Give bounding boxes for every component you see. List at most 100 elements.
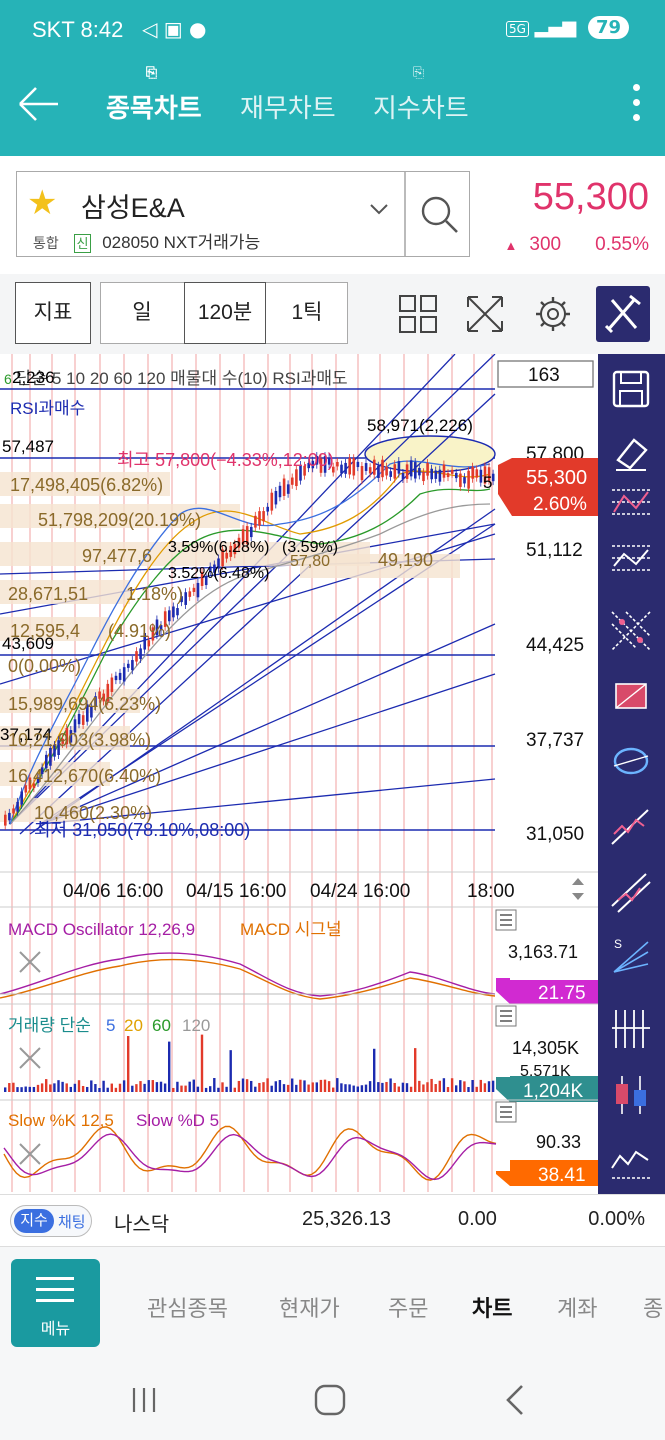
eraser-icon[interactable] bbox=[608, 430, 654, 476]
axis-label-1: 51,112 bbox=[526, 540, 583, 561]
panel-menu-icon[interactable] bbox=[495, 909, 517, 931]
favorite-star-icon[interactable]: ★ bbox=[27, 186, 57, 220]
vp-label-9: 10,460(2.30%) bbox=[34, 803, 152, 823]
price-candle bbox=[364, 463, 368, 471]
volume-bar bbox=[323, 1079, 327, 1092]
trendline-icon[interactable] bbox=[608, 804, 654, 850]
cross-lines-icon[interactable] bbox=[608, 608, 654, 654]
price-candle bbox=[340, 464, 343, 474]
chevron-down-icon[interactable] bbox=[369, 202, 389, 216]
nav-order[interactable]: 주문 bbox=[388, 1291, 428, 1323]
volume-bar bbox=[352, 1085, 355, 1092]
volume-bar bbox=[381, 1082, 384, 1092]
volume-bar bbox=[270, 1085, 273, 1092]
pattern-lines-icon[interactable] bbox=[608, 540, 654, 586]
search-icon[interactable] bbox=[417, 192, 461, 236]
recent-apps-icon[interactable] bbox=[124, 1380, 164, 1420]
volume-bar bbox=[36, 1084, 40, 1092]
volume-bar bbox=[241, 1078, 245, 1092]
price-candle bbox=[192, 587, 196, 592]
grid-layout-icon[interactable] bbox=[398, 294, 438, 334]
volume-bar bbox=[139, 1081, 142, 1092]
time-label-2: 04/24 16:00 bbox=[310, 881, 410, 902]
nav-chart[interactable]: 차트 bbox=[472, 1291, 512, 1323]
volume-bar bbox=[49, 1084, 52, 1092]
volume-bar bbox=[401, 1082, 405, 1092]
index-toggle[interactable]: 지수 bbox=[14, 1209, 54, 1233]
panel-menu-icon[interactable] bbox=[495, 1101, 517, 1123]
tab-badge-icon: ⎘ bbox=[412, 64, 425, 80]
price-box-value: 163 bbox=[528, 365, 560, 386]
stoch-d-title: Slow %D 5 bbox=[136, 1111, 219, 1130]
volume-bar bbox=[250, 1080, 253, 1092]
index-change-pct: 0.00% bbox=[588, 1208, 645, 1230]
back-icon[interactable] bbox=[496, 1380, 536, 1420]
channel-line-icon[interactable] bbox=[608, 870, 654, 916]
vertical-lines-icon[interactable] bbox=[608, 1006, 654, 1052]
period-tick-button[interactable]: 1틱 bbox=[268, 284, 346, 342]
chart-area[interactable]: 6 단순 5 10 20 60 120 매물대 수(10) RSI과매도 RSI… bbox=[0, 354, 598, 1192]
macd-panel[interactable]: MACD Oscillator 12,26,9 MACD 시그널 3,163.7… bbox=[0, 909, 598, 1004]
menu-button[interactable]: 메뉴 bbox=[11, 1259, 100, 1347]
index-ticker-bar[interactable]: 지수 채팅 나스닥 25,326.13 0.00 0.00% bbox=[0, 1194, 665, 1246]
nav-current-price[interactable]: 현재가 bbox=[279, 1291, 340, 1323]
chat-toggle[interactable]: 채팅 bbox=[58, 1211, 86, 1232]
volume-bar bbox=[409, 1086, 413, 1092]
left-level-1: 2,236 bbox=[12, 368, 55, 387]
price-candle bbox=[16, 801, 19, 812]
nav-account[interactable]: 계좌 bbox=[557, 1291, 597, 1323]
ellipse-tool-icon[interactable] bbox=[608, 738, 654, 784]
tab-financial-chart[interactable]: 재무차트 bbox=[240, 88, 336, 125]
index-chat-toggle[interactable]: 지수 채팅 bbox=[10, 1205, 92, 1237]
volume-bar bbox=[24, 1086, 27, 1092]
volume-bar bbox=[106, 1087, 109, 1092]
panel-menu-icon[interactable] bbox=[495, 1005, 517, 1027]
period-120min-button[interactable]: 120분 bbox=[184, 282, 266, 344]
price-candle bbox=[467, 470, 470, 489]
fan-line-icon[interactable]: S bbox=[608, 934, 654, 980]
volume-bar bbox=[307, 1084, 310, 1092]
time-axis-scroll-icon[interactable] bbox=[572, 878, 584, 900]
rectangle-tool-icon[interactable] bbox=[608, 674, 654, 720]
price-candle bbox=[184, 592, 187, 605]
nav-watchlist[interactable]: 관심종목 bbox=[147, 1291, 228, 1323]
save-icon[interactable] bbox=[608, 366, 654, 412]
tab-index-chart[interactable]: ⎘ 지수차트 bbox=[373, 64, 469, 125]
drawing-tools-button[interactable] bbox=[596, 286, 650, 342]
volume-bar bbox=[118, 1083, 122, 1092]
price-candle bbox=[414, 462, 417, 479]
volume-bar bbox=[28, 1086, 31, 1092]
price-candle bbox=[393, 464, 397, 479]
stock-selector[interactable]: ★ 삼성E&A 통합 신 028050 NXT거래가능 bbox=[16, 171, 470, 257]
candle-icon[interactable] bbox=[608, 1072, 654, 1118]
price-candle bbox=[385, 466, 388, 476]
wave-icon[interactable] bbox=[608, 1138, 654, 1184]
more-options-icon[interactable] bbox=[633, 84, 641, 124]
volume-bar bbox=[69, 1086, 72, 1092]
volume-bar bbox=[163, 1083, 167, 1092]
price-candle bbox=[176, 608, 179, 616]
period-day-button[interactable]: 일 bbox=[102, 284, 182, 342]
tab-stock-chart[interactable]: ⎘ 종목차트 bbox=[106, 64, 202, 125]
volume-bar bbox=[245, 1079, 249, 1092]
price-chart-svg[interactable]: 6 단순 5 10 20 60 120 매물대 수(10) RSI과매도 RSI… bbox=[0, 354, 598, 1192]
volume-bar bbox=[360, 1085, 364, 1092]
rsi-overbought-label: RSI과매수 bbox=[10, 399, 85, 418]
stochastic-panel[interactable]: Slow %K 12,5 Slow %D 5 90.33 38.41 bbox=[3, 1101, 598, 1186]
price-candle bbox=[446, 473, 450, 478]
price-candle bbox=[381, 459, 384, 478]
back-arrow-icon[interactable] bbox=[16, 82, 60, 126]
fibonacci-icon[interactable] bbox=[608, 482, 654, 528]
home-icon[interactable] bbox=[310, 1380, 350, 1420]
volume-bar bbox=[286, 1084, 290, 1092]
nav-more[interactable]: 종 bbox=[643, 1291, 663, 1323]
vp-label-3: 28,671,51 bbox=[8, 584, 88, 604]
indicator-button[interactable]: 지표 bbox=[15, 282, 91, 344]
macd-current-value: 21.75 bbox=[538, 983, 586, 1004]
price-candle bbox=[442, 464, 446, 478]
volume-panel[interactable]: 거래량 단순 5 20 60 120 14,305K 5,571K 1,204K bbox=[4, 1005, 598, 1102]
settings-gear-icon[interactable] bbox=[533, 294, 573, 334]
fullscreen-icon[interactable] bbox=[465, 294, 505, 334]
price-candle bbox=[188, 591, 192, 597]
stock-code: 028050 NXT거래가능 bbox=[102, 233, 261, 252]
